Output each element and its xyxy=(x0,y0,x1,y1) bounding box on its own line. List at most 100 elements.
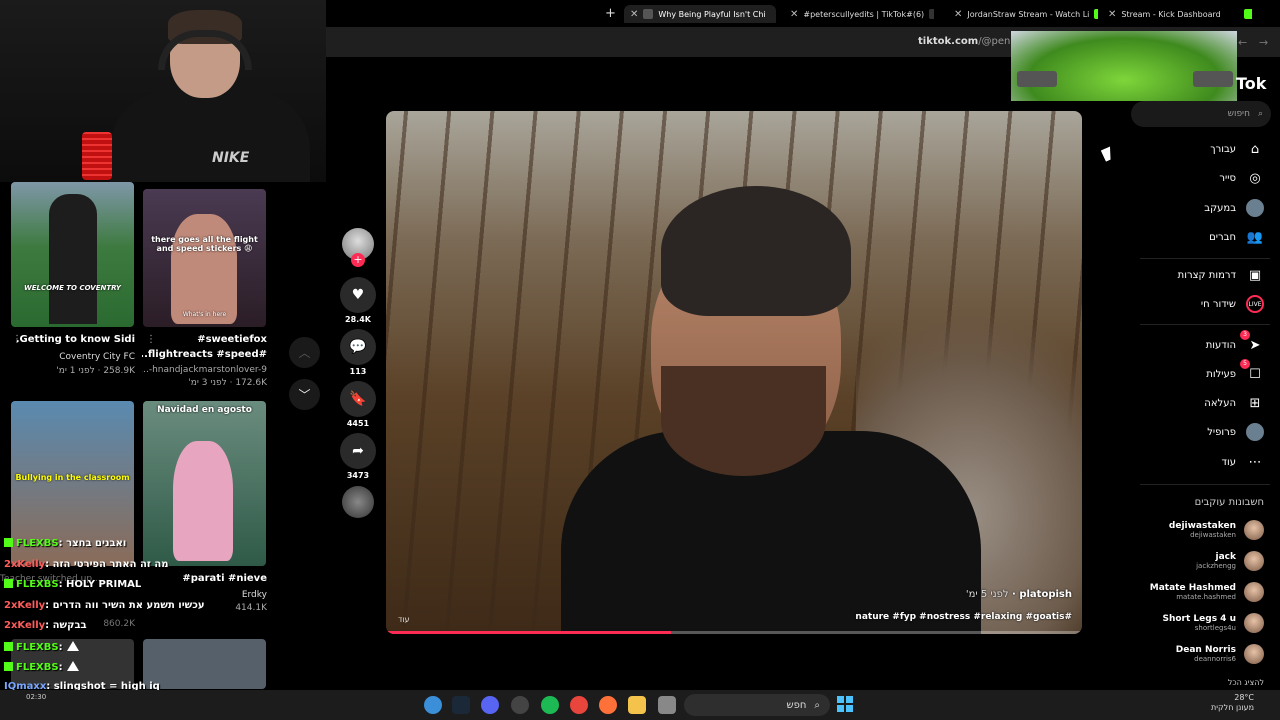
sidebar-item-label: חברים xyxy=(1209,231,1236,243)
discord-icon[interactable] xyxy=(481,696,499,714)
chat-username[interactable]: FLEXBS xyxy=(16,662,59,673)
music-disc-icon[interactable] xyxy=(342,486,374,518)
taskbar-search[interactable]: חפש ⌕ xyxy=(684,694,830,716)
video-player[interactable]: platopish · לפני 5 ימ' #nature #fyp #nos… xyxy=(386,111,1082,634)
card-title[interactable]: parati #nieve# xyxy=(142,573,267,584)
scroll-down-button[interactable]: ﹀ xyxy=(289,379,320,410)
sidebar-item-home[interactable]: ⌂ עבורך xyxy=(1210,140,1264,158)
windows-start-icon[interactable] xyxy=(837,696,853,712)
file-explorer-icon[interactable] xyxy=(628,696,646,714)
sidebar-item-compass[interactable]: ◎ סייר xyxy=(1219,169,1264,187)
following-account[interactable]: jack jackzhengg xyxy=(1196,551,1264,571)
following-account[interactable]: Dean Norris deannorris6 xyxy=(1176,644,1264,664)
chat-username[interactable]: FLEXBS xyxy=(16,579,59,590)
tiktok-logo[interactable]: Tok xyxy=(1236,74,1266,93)
chat-message: FLEXBS: xyxy=(4,661,79,673)
card-author[interactable]: Erdky xyxy=(142,590,267,600)
spotify-icon[interactable] xyxy=(541,696,559,714)
save-button[interactable]: 🔖 xyxy=(340,381,376,417)
comment-icon: 💬 xyxy=(349,339,367,355)
video-more-link[interactable]: עוד xyxy=(398,615,410,624)
heart-icon: ♥ xyxy=(351,287,365,303)
weather-widget[interactable]: 28°C מעונן חלקית xyxy=(1211,693,1254,713)
sidebar-item-live[interactable]: LIVE שידור חי xyxy=(1201,295,1264,313)
see-all-link[interactable]: להציג הכל xyxy=(1228,678,1264,687)
following-account[interactable]: Short Legs 4 u shortlegs4u xyxy=(1162,613,1264,633)
follow-plus-icon[interactable]: + xyxy=(351,253,365,267)
taskbar-time: 02:30 xyxy=(26,693,47,701)
card-sub-text: What's in here xyxy=(182,311,227,318)
chrome-icon[interactable] xyxy=(570,696,588,714)
card-author[interactable]: hnandjackmarstonlover-9-... xyxy=(142,365,267,375)
new-tab-button[interactable]: + xyxy=(605,6,616,21)
chat-message: FLEXBS: xyxy=(4,641,79,653)
feed-card[interactable]: Navidad en agosto xyxy=(143,401,266,566)
close-tab-icon[interactable]: ✕ xyxy=(790,9,798,20)
sidebar-item-friends[interactable]: 👥 חברים xyxy=(1209,228,1264,246)
browser-tab[interactable]: ✕ #peterscullyedits | TikTok#(6) xyxy=(784,5,934,23)
chat-username[interactable]: 2xKelly xyxy=(4,559,45,570)
steam-icon[interactable] xyxy=(452,696,470,714)
sidebar-item-upload[interactable]: ⊞ העלאה xyxy=(1204,394,1264,412)
feed-card[interactable] xyxy=(143,639,266,689)
share-arrow-icon: ➦ xyxy=(352,443,364,459)
browser-tab[interactable]: ✕ JordanStraw Stream - Watch Li xyxy=(948,5,1098,23)
card-author[interactable]: Coventry City FC xyxy=(10,352,135,362)
browser-tab[interactable]: ✕ Why Being Playful Isn't Chi xyxy=(624,5,776,23)
compass-icon: ◎ xyxy=(1249,170,1261,186)
bookmark-icon: 🔖 xyxy=(349,391,367,407)
search-input[interactable]: חיפוש ⌕ xyxy=(1131,101,1271,127)
sidebar-item-send[interactable]: ➤ 3 הודעות xyxy=(1206,330,1264,354)
chat-text: : מה זה האתר הפירטי הזה xyxy=(45,559,169,570)
feed-card[interactable]: WELCOME TO COVENTRY xyxy=(11,182,134,327)
home-icon: ⌂ xyxy=(1250,141,1260,157)
person-figure xyxy=(171,214,237,324)
obs-icon[interactable] xyxy=(511,696,529,714)
firefox-icon[interactable] xyxy=(599,696,617,714)
share-button[interactable]: ➦ xyxy=(340,433,376,469)
chat-username[interactable]: FLEXBS xyxy=(16,642,59,653)
back-arrow-icon[interactable]: ← xyxy=(1238,36,1247,49)
feed-card[interactable]: there goes all the flight and speed stic… xyxy=(143,189,266,327)
card-title[interactable]: sweetiefox# xyxy=(142,334,267,345)
person-figure xyxy=(173,441,233,561)
following-account[interactable]: dejiwastaken dejiwastaken xyxy=(1169,520,1264,540)
sidebar-item-profile[interactable]: פרופיל xyxy=(1207,423,1264,441)
edge-icon[interactable] xyxy=(424,696,442,714)
sidebar-item-label: דרמות קצרות xyxy=(1177,269,1236,281)
chat-badge-icon xyxy=(4,662,13,671)
video-author-name[interactable]: platopish xyxy=(1019,589,1072,600)
like-button[interactable]: ♥ xyxy=(340,277,376,313)
comment-button[interactable]: 💬 xyxy=(340,329,376,365)
sidebar-item-drama[interactable]: ▣ דרמות קצרות xyxy=(1178,266,1264,284)
chat-username[interactable]: 2xKelly xyxy=(4,620,45,631)
video-author[interactable]: platopish · לפני 5 ימ' xyxy=(966,589,1072,600)
app-icon[interactable] xyxy=(658,696,676,714)
account-avatar xyxy=(1244,582,1264,602)
close-tab-icon[interactable]: ✕ xyxy=(954,9,962,20)
scroll-up-button[interactable]: ︿ xyxy=(289,337,320,368)
man-beard xyxy=(661,366,826,476)
chat-username[interactable]: FLEXBS xyxy=(16,538,59,549)
card-title-line2[interactable]: #flightreacts #speed... xyxy=(142,349,267,360)
sidebar-item-activity[interactable]: ☐ 5 פעילות xyxy=(1206,359,1264,383)
chat-username[interactable]: 2xKelly xyxy=(4,600,45,611)
close-tab-icon[interactable]: ✕ xyxy=(630,9,638,20)
sidebar-item-label: העלאה xyxy=(1204,397,1236,409)
video-hashtags[interactable]: #nature #fyp #nostress #relaxing #goatis xyxy=(855,612,1072,622)
account-handle: shortlegs4u xyxy=(1194,624,1236,632)
sidebar-item-more[interactable]: ⋯ עוד xyxy=(1222,453,1264,471)
forward-arrow-icon[interactable]: → xyxy=(1259,36,1268,49)
chat-text: : עכשיו תשמע את השיר ווה הדרים xyxy=(45,600,205,611)
browser-tab[interactable]: ✕ Stream - Kick Dashboard xyxy=(1102,5,1252,23)
chat-badge-icon xyxy=(4,579,13,588)
sidebar-item-label: סייר xyxy=(1219,172,1236,184)
following-account[interactable]: Matate Hashmed matate.hashmed xyxy=(1150,582,1264,602)
card-meta: 258.9K · לפני 1 ימ' xyxy=(56,366,135,376)
sidebar-item-following-avatar[interactable]: במעקב xyxy=(1204,199,1264,217)
card-title[interactable]: Getting to know Sidi. xyxy=(10,334,135,345)
account-name: dejiwastaken xyxy=(1168,521,1236,531)
browser-tab-bar: + ✕ Why Being Playful Isn't Chi ✕ #peter… xyxy=(326,0,1280,27)
video-progress-bar[interactable] xyxy=(386,631,1082,634)
close-tab-icon[interactable]: ✕ xyxy=(1108,9,1116,20)
